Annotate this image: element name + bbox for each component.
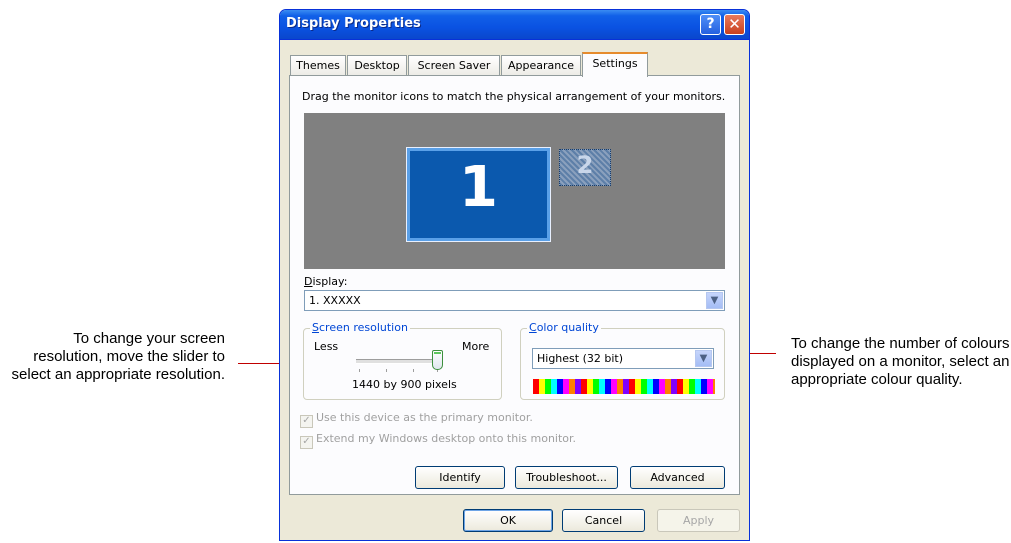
resolution-slider-track[interactable] (356, 359, 440, 364)
tab-desktop[interactable]: Desktop (347, 55, 407, 76)
slider-tick (386, 369, 387, 372)
cancel-button[interactable]: Cancel (562, 509, 645, 532)
screen-resolution-title: Screen resolution (310, 321, 410, 334)
tab-settings[interactable]: Settings (582, 52, 648, 77)
display-select-value: 1. XXXXX (309, 294, 361, 307)
monitor-2-label: 2 (576, 151, 594, 179)
resolution-slider-thumb[interactable] (432, 350, 443, 370)
chevron-down-icon[interactable]: ▼ (706, 292, 723, 309)
monitor-arrangement-area[interactable]: 1 2 (304, 113, 725, 269)
primary-monitor-label: Use this device as the primary monitor. (316, 411, 533, 424)
slider-tick (359, 369, 360, 372)
title-bar[interactable]: Display Properties ? ✕ (280, 10, 749, 40)
close-button[interactable]: ✕ (724, 14, 745, 35)
advanced-button[interactable]: Advanced (630, 466, 725, 489)
resolution-value: 1440 by 900 pixels (352, 378, 457, 391)
annotation-resolution: To change your screen resolution, move t… (11, 330, 225, 383)
monitor-1-icon[interactable]: 1 (406, 147, 551, 242)
settings-panel: Drag the monitor icons to match the phys… (289, 75, 740, 495)
checkbox-check-icon: ✓ (300, 415, 313, 428)
chevron-down-icon[interactable]: ▼ (695, 350, 712, 367)
display-label: Display: (304, 275, 348, 288)
tab-screen-saver[interactable]: Screen Saver (408, 55, 500, 76)
ok-button[interactable]: OK (463, 509, 553, 532)
tab-themes[interactable]: Themes (290, 55, 346, 76)
apply-button: Apply (657, 509, 740, 532)
color-quality-select[interactable]: Highest (32 bit) ▼ (532, 348, 714, 369)
color-quality-title: Color quality (527, 321, 601, 334)
extend-desktop-checkbox[interactable]: ✓ Extend my Windows desktop onto this mon… (300, 432, 576, 449)
slider-tick (413, 369, 414, 372)
identify-button[interactable]: Identify (415, 466, 505, 489)
monitor-2-icon[interactable]: 2 (559, 149, 611, 186)
primary-monitor-checkbox[interactable]: ✓ Use this device as the primary monitor. (300, 411, 533, 428)
color-quality-group: Color quality Highest (32 bit) ▼ (520, 321, 725, 400)
monitor-1-label: 1 (459, 155, 498, 220)
window-title: Display Properties (286, 16, 421, 31)
help-button[interactable]: ? (700, 14, 721, 35)
display-properties-window: Display Properties ? ✕ Themes Desktop Sc… (279, 9, 750, 541)
tab-appearance[interactable]: Appearance (501, 55, 581, 76)
color-spectrum-bar (533, 379, 715, 394)
annotation-color-quality: To change the number of colours displaye… (791, 335, 1010, 388)
troubleshoot-button[interactable]: Troubleshoot... (515, 466, 618, 489)
slider-less-label: Less (314, 340, 339, 353)
checkbox-check-icon: ✓ (300, 436, 313, 449)
color-quality-value: Highest (32 bit) (537, 352, 624, 365)
slider-more-label: More (462, 340, 490, 353)
extend-desktop-label: Extend my Windows desktop onto this moni… (316, 432, 577, 445)
screen-resolution-group: Screen resolution Less More 1440 by 900 … (303, 321, 502, 400)
display-select[interactable]: 1. XXXXX ▼ (304, 290, 725, 311)
instruction-text: Drag the monitor icons to match the phys… (302, 90, 726, 103)
